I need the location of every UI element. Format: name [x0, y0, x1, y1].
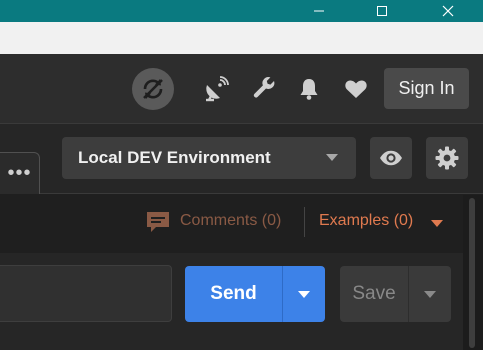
- close-window-button[interactable]: [427, 0, 469, 22]
- divider: [304, 207, 305, 237]
- minimize-button[interactable]: [298, 0, 340, 22]
- save-chevron-down-icon: [424, 290, 436, 298]
- wrench-icon: [253, 77, 275, 98]
- window-titlebar: [0, 0, 483, 22]
- maximize-button[interactable]: [361, 0, 403, 22]
- sync-off-icon: [143, 79, 163, 99]
- environment-select-value: Local DEV Environment: [78, 148, 271, 167]
- save-button[interactable]: Save: [340, 266, 408, 322]
- comments-toggle[interactable]: [146, 210, 170, 239]
- settings-wrench-button[interactable]: [250, 74, 280, 104]
- gear-icon: [435, 146, 459, 170]
- notifications-button[interactable]: [294, 74, 324, 104]
- chevron-down-icon: [326, 154, 338, 161]
- environment-quick-look-button[interactable]: [370, 137, 412, 179]
- satellite-dish-icon: [206, 76, 229, 102]
- interceptor-button[interactable]: [201, 74, 231, 104]
- scrollbar-thumb[interactable]: [469, 198, 475, 348]
- save-options-button[interactable]: [408, 266, 451, 322]
- comments-label[interactable]: Comments (0): [180, 212, 281, 230]
- send-chevron-down-icon: [298, 290, 310, 298]
- favorites-button[interactable]: [341, 74, 371, 104]
- tab-overflow-button[interactable]: •••: [0, 152, 40, 194]
- send-options-button[interactable]: [282, 266, 325, 322]
- examples-chevron-down-icon[interactable]: [431, 220, 443, 227]
- bell-icon: [300, 79, 318, 100]
- manage-environments-button[interactable]: [426, 137, 468, 179]
- heart-icon: [345, 80, 367, 98]
- menu-strip: [0, 22, 483, 54]
- maximize-icon: [377, 6, 387, 16]
- close-icon: [442, 5, 454, 17]
- examples-dropdown[interactable]: Examples (0): [319, 212, 413, 230]
- comment-icon: [147, 212, 169, 232]
- minimize-icon: [314, 10, 324, 12]
- sign-in-button[interactable]: Sign In: [384, 68, 469, 109]
- send-button[interactable]: Send: [185, 266, 282, 322]
- environment-select[interactable]: Local DEV Environment: [62, 137, 356, 179]
- eye-icon: [380, 150, 402, 166]
- sync-status-button[interactable]: [132, 68, 174, 110]
- request-url-input[interactable]: [0, 265, 172, 322]
